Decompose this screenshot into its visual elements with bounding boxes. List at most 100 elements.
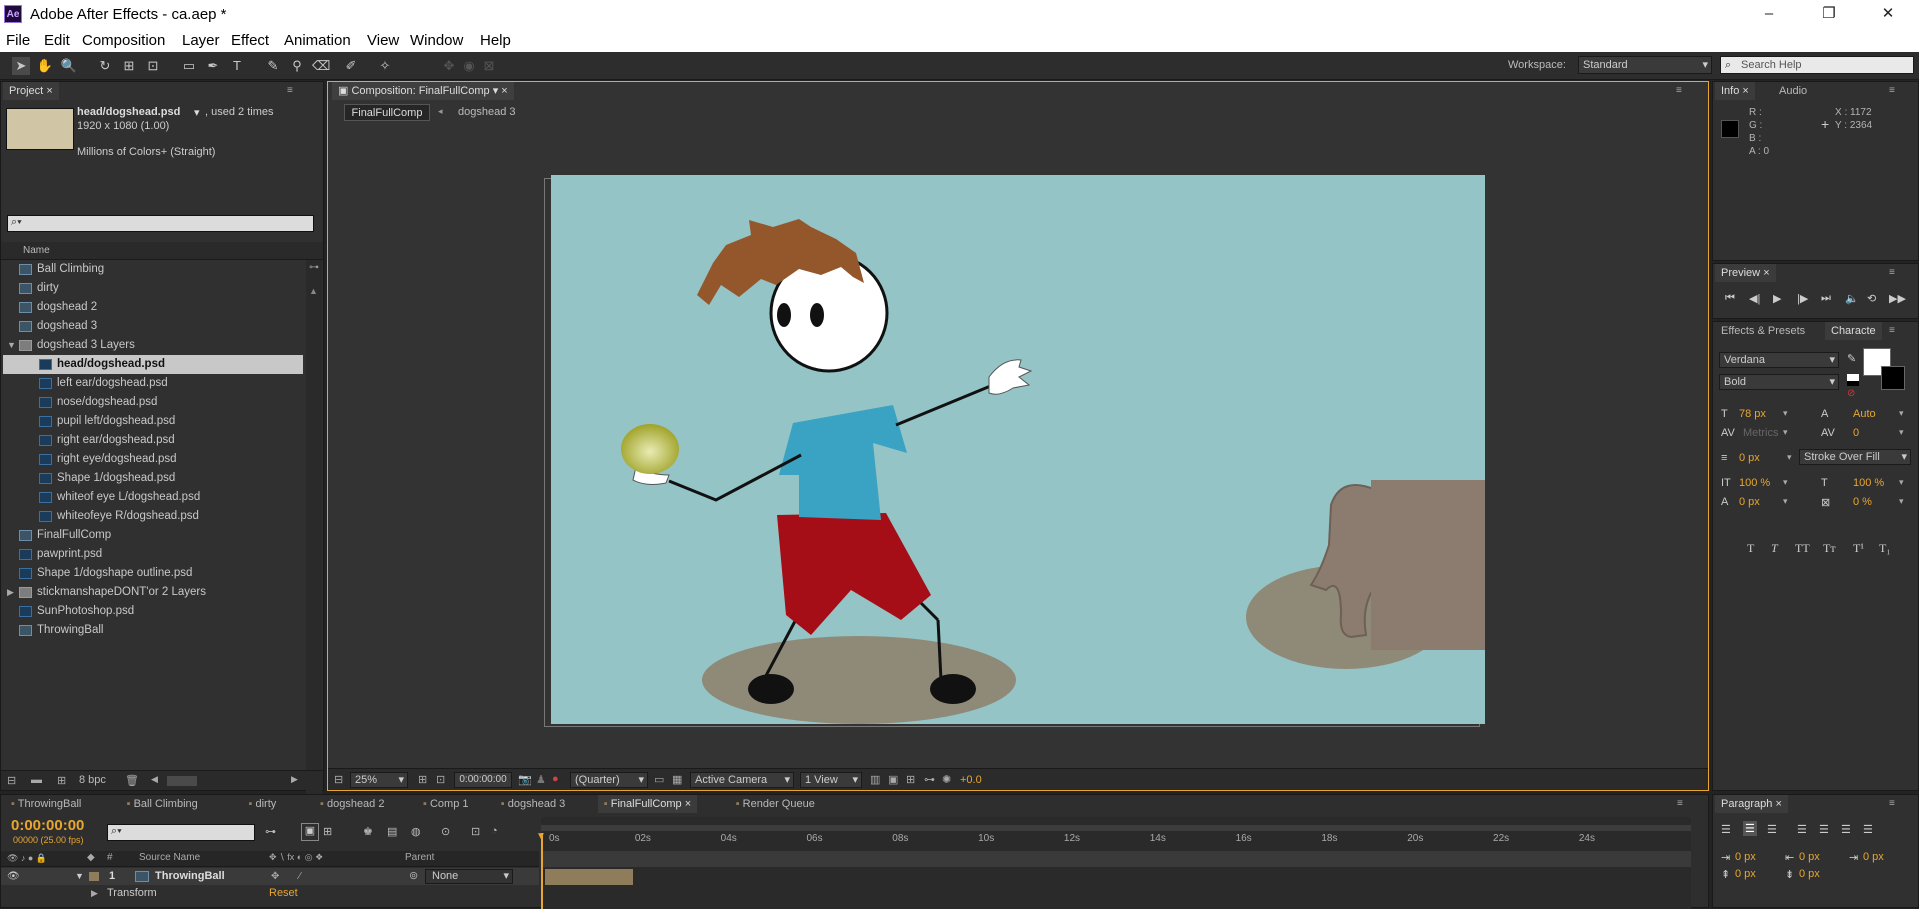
label-color-swatch[interactable] [89, 872, 99, 881]
source-name-header[interactable]: Source Name [139, 852, 200, 863]
interpret-footage-icon[interactable]: ⊟ [7, 774, 16, 787]
tab-info[interactable]: Info × [1715, 82, 1755, 100]
prev-frame-icon[interactable]: ◀| [1749, 292, 1760, 305]
rectangle-tool-icon[interactable]: ▭ [180, 57, 198, 75]
new-folder-icon[interactable]: ▬ [31, 774, 42, 786]
tab-effects-presets[interactable]: Effects & Presets [1715, 322, 1811, 340]
superscript-button[interactable]: T¹ [1853, 541, 1864, 556]
justify-left-icon[interactable]: ☰ [1797, 823, 1807, 836]
draft-3d-icon[interactable]: ⊞ [323, 825, 332, 838]
hand-tool-icon[interactable]: ✋ [36, 57, 54, 75]
first-frame-icon[interactable]: ⏮ [1725, 292, 1735, 305]
close-icon[interactable]: × [682, 798, 691, 810]
align-right-icon[interactable]: ☰ [1767, 823, 1777, 836]
snapshot-icon[interactable]: 📷 [518, 773, 532, 786]
project-list-item[interactable]: whiteof eye L/dogshead.psd [3, 488, 303, 507]
project-list-item[interactable]: FinalFullComp [3, 526, 303, 545]
type-tool-icon[interactable]: T [228, 57, 246, 75]
region-of-interest-icon[interactable]: ▭ [654, 773, 664, 786]
menu-file[interactable]: File [6, 32, 30, 49]
layer-row[interactable]: 👁 ▼ 1 ThrowingBall ✥ ∕ ⊚ None ▾ [1, 868, 539, 885]
font-family-select[interactable]: Verdana ▾ [1719, 352, 1839, 368]
align-center-icon[interactable]: ☰ [1743, 821, 1757, 836]
set-black-white-icon[interactable] [1847, 374, 1859, 386]
project-list-item[interactable]: SunPhotoshop.psd [3, 602, 303, 621]
project-list-item[interactable]: dirty [3, 279, 303, 298]
chevron-down-icon[interactable]: ▾ [1783, 477, 1788, 488]
layer-name[interactable]: ThrowingBall [155, 868, 225, 885]
panel-menu-icon[interactable]: ≡ [1676, 86, 1690, 96]
hide-shy-icon[interactable]: ♚ [363, 825, 373, 838]
justify-right-icon[interactable]: ☰ [1841, 823, 1851, 836]
comp-timecode[interactable]: 0:00:00:00 [454, 772, 512, 788]
transparency-grid-icon[interactable]: ▦ [672, 773, 682, 786]
project-list-item[interactable]: head/dogshead.psd [3, 355, 303, 374]
timeline-tab[interactable]: ▪ FinalFullComp × [597, 795, 698, 813]
layer-duration-bar[interactable] [545, 869, 633, 885]
exposure-value[interactable]: +0.0 [960, 774, 982, 786]
rotate-tool-icon[interactable]: ↻ [96, 57, 114, 75]
project-scrollbar[interactable]: ⊶ ▲ ▼ [306, 260, 322, 850]
current-time-indicator[interactable] [541, 833, 543, 909]
small-caps-button[interactable]: Tт [1823, 541, 1836, 556]
justify-all-icon[interactable]: ☰ [1863, 823, 1873, 836]
menu-layer[interactable]: Layer [182, 32, 220, 49]
clone-stamp-tool-icon[interactable]: ⚲ [288, 57, 306, 75]
chevron-down-icon[interactable]: ▾ [1783, 496, 1788, 507]
all-caps-button[interactable]: TT [1795, 541, 1810, 556]
ram-preview-icon[interactable]: ▶▶ [1889, 292, 1906, 305]
timeline-timecode[interactable]: 0:00:00:00 [11, 817, 84, 834]
folder-expand-icon[interactable]: ▶ [7, 583, 14, 602]
expand-arrow-icon[interactable]: ▼ [75, 868, 84, 885]
kerning-value[interactable]: Metrics [1743, 427, 1778, 439]
chevron-down-icon[interactable]: ▾ [1787, 452, 1792, 463]
column-name-header[interactable]: Name [23, 245, 50, 256]
menu-animation[interactable]: Animation [284, 32, 351, 49]
timeline-tab[interactable]: ▪ Render Queue [730, 795, 821, 813]
navigator-bar[interactable] [541, 851, 1691, 867]
next-frame-icon[interactable]: |▶ [1797, 292, 1808, 305]
scroll-left-icon[interactable]: ◀ [151, 774, 158, 785]
parent-header[interactable]: Parent [405, 852, 434, 863]
timeline-graph[interactable]: 0s 02s 04s 06s 08s 10s 12s 14s 16s 18s 20s 22s 24s ▼ [536, 817, 1691, 909]
faux-bold-button[interactable]: T [1747, 541, 1754, 556]
project-list-item[interactable]: ThrowingBall [3, 621, 303, 640]
project-search-input[interactable]: ⌕▾ [7, 215, 314, 232]
comp-canvas[interactable] [551, 175, 1485, 724]
mask-visibility-icon[interactable]: ⊡ [436, 773, 445, 786]
show-snapshot-icon[interactable]: ♟ [536, 773, 546, 786]
project-list-item[interactable]: Ball Climbing [3, 260, 303, 279]
justify-center-icon[interactable]: ☰ [1819, 823, 1829, 836]
reset-link[interactable]: Reset [269, 885, 298, 902]
composition-viewer[interactable] [328, 124, 1708, 767]
pan-behind-tool-icon[interactable]: ⊡ [144, 57, 162, 75]
tab-preview[interactable]: Preview × [1715, 264, 1776, 282]
faux-italic-button[interactable]: T [1771, 541, 1778, 556]
puppet-pin-tool-icon[interactable]: ✧ [376, 57, 394, 75]
flowchart-icon[interactable]: ⊶ [924, 773, 935, 786]
camera-tool-icon[interactable]: ⊞ [120, 57, 138, 75]
chevron-down-icon[interactable]: ▾ [194, 106, 200, 119]
indent-left-value[interactable]: 0 px [1735, 851, 1756, 863]
horizontal-scroll-thumb[interactable] [167, 776, 197, 786]
live-update-icon[interactable]: ▣ [301, 823, 319, 841]
space-before-value[interactable]: 0 px [1735, 868, 1756, 880]
panel-menu-icon[interactable]: ≡ [287, 86, 301, 96]
tab-character[interactable]: Characte [1825, 322, 1882, 340]
timeline-tab[interactable]: ▪ ThrowingBall [5, 795, 87, 813]
transform-label[interactable]: Transform [107, 885, 157, 902]
panel-menu-icon[interactable]: ≡ [1889, 268, 1903, 278]
timeline-tab[interactable]: ▪ dogshead 2 [314, 795, 390, 813]
tsume-value[interactable]: 0 % [1853, 496, 1872, 508]
menu-window[interactable]: Window [410, 32, 463, 49]
timeline-tab[interactable]: ▪ dirty [243, 795, 283, 813]
timeline-tab[interactable]: ▪ dogshead 3 [495, 795, 571, 813]
tab-audio[interactable]: Audio [1773, 82, 1813, 100]
chevron-down-icon[interactable]: ▾ [1899, 477, 1904, 488]
loop-icon[interactable]: ⟲ [1867, 292, 1876, 305]
brush-tool-icon[interactable]: ✎ [264, 57, 282, 75]
project-list-item[interactable]: Shape 1/dogshead.psd [3, 469, 303, 488]
last-frame-icon[interactable]: ⏭ [1821, 292, 1831, 305]
chevron-down-icon[interactable]: ▾ [1899, 408, 1904, 419]
subscript-button[interactable]: T₁ [1879, 541, 1891, 556]
